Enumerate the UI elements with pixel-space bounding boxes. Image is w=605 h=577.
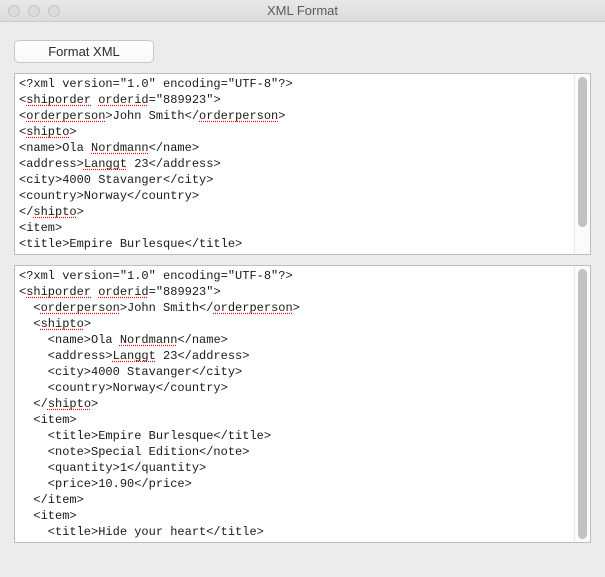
minimize-icon[interactable] — [28, 5, 40, 17]
window-titlebar: XML Format — [0, 0, 605, 22]
traffic-lights — [8, 5, 60, 17]
toolbar: Format XML — [0, 22, 605, 73]
input-xml-text[interactable]: <?xml version="1.0" encoding="UTF-8"?> <… — [15, 74, 574, 254]
scrollbar-thumb[interactable] — [578, 77, 587, 227]
output-xml-text[interactable]: <?xml version="1.0" encoding="UTF-8"?> <… — [15, 266, 574, 542]
input-xml-pane[interactable]: <?xml version="1.0" encoding="UTF-8"?> <… — [14, 73, 591, 255]
scrollbar-track[interactable] — [574, 266, 590, 542]
output-xml-pane[interactable]: <?xml version="1.0" encoding="UTF-8"?> <… — [14, 265, 591, 543]
scrollbar-thumb[interactable] — [578, 269, 587, 539]
window-title: XML Format — [0, 3, 605, 18]
scrollbar-track[interactable] — [574, 74, 590, 254]
zoom-icon[interactable] — [48, 5, 60, 17]
close-icon[interactable] — [8, 5, 20, 17]
format-xml-button[interactable]: Format XML — [14, 40, 154, 63]
